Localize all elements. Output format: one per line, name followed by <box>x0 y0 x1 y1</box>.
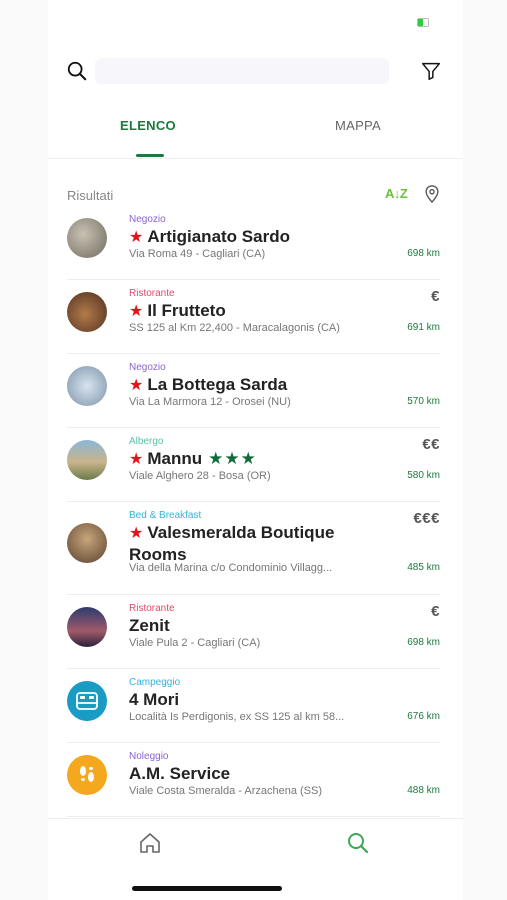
list-item[interactable]: Campeggio 4 Mori Località Is Perdigonis, e… <box>48 669 463 743</box>
tab-mappa[interactable]: MAPPA <box>258 118 458 133</box>
item-category: Ristorante <box>129 288 175 299</box>
tabs-divider <box>48 158 463 159</box>
item-address: Località Is Perdigonis, ex SS 125 al km … <box>129 711 345 723</box>
item-distance: 485 km <box>407 562 440 573</box>
item-name: ★ La Bottega Sarda <box>129 374 389 396</box>
battery-icon <box>417 18 429 27</box>
footprints-icon <box>67 755 107 795</box>
item-address: Via della Marina c/o Condominio Villagg.… <box>129 562 333 574</box>
right-margin <box>463 0 507 900</box>
sort-az-button[interactable]: A↓Z <box>385 186 408 201</box>
featured-star-icon: ★ <box>129 525 144 542</box>
status-bar <box>48 0 463 44</box>
app-screen: ELENCO MAPPA Risultati A↓Z Negozio ★ Artig… <box>48 0 463 900</box>
price-level: €€€ <box>413 510 440 527</box>
item-name-text: Valesmeralda Boutique Rooms <box>129 523 335 564</box>
view-tabs: ELENCO MAPPA <box>48 100 463 159</box>
item-distance: 580 km <box>407 470 440 481</box>
price-level: € <box>431 603 440 620</box>
price-level: €€ <box>422 436 440 453</box>
search-input[interactable] <box>95 58 389 84</box>
item-address: Viale Alghero 28 - Bosa (OR) <box>129 470 271 482</box>
left-margin <box>0 0 48 900</box>
item-category: Noleggio <box>129 751 169 762</box>
item-name: Zenit <box>129 615 389 636</box>
hotel-rating-stars: ★★★ <box>208 449 257 468</box>
item-distance: 691 km <box>407 322 440 333</box>
thumbnail-photo <box>67 218 107 258</box>
nav-search-icon[interactable] <box>346 831 370 855</box>
thumbnail-photo <box>67 366 107 406</box>
item-name-text: Artigianato Sardo <box>147 227 290 246</box>
featured-star-icon: ★ <box>129 303 144 320</box>
thumbnail-photo <box>67 607 107 647</box>
item-name-text: 4 Mori <box>129 690 180 709</box>
list-item[interactable]: Ristorante ★ Il Frutteto SS 125 al Km 22,40… <box>48 280 463 354</box>
list-item[interactable]: Negozio ★ Artigianato Sardo Via Roma 49 - C… <box>48 206 463 280</box>
bottom-navigation <box>48 818 463 874</box>
item-name: ★ Valesmeralda Boutique Rooms <box>129 522 389 565</box>
tab-elenco[interactable]: ELENCO <box>48 118 248 133</box>
item-distance: 488 km <box>407 785 440 796</box>
list-item[interactable]: Bed & Breakfast ★ Valesmeralda Boutique Ro… <box>48 502 463 595</box>
filter-icon[interactable] <box>420 60 442 82</box>
item-name: ★ Mannu ★★★ <box>129 448 389 470</box>
home-indicator <box>132 886 282 891</box>
list-item[interactable]: Noleggio A.M. Service Viale Costa Smeralda… <box>48 743 463 817</box>
item-distance: 676 km <box>407 711 440 722</box>
featured-star-icon: ★ <box>129 229 144 246</box>
thumbnail-photo <box>67 440 107 480</box>
thumbnail-photo <box>67 292 107 332</box>
item-address: Viale Costa Smeralda - Arzachena (SS) <box>129 785 322 797</box>
item-category: Ristorante <box>129 603 175 614</box>
search-icon[interactable] <box>66 60 88 82</box>
home-icon[interactable] <box>138 831 162 855</box>
item-name-text: Il Frutteto <box>147 301 226 320</box>
item-category: Albergo <box>129 436 164 447</box>
item-distance: 698 km <box>407 248 440 259</box>
item-name: 4 Mori <box>129 689 389 710</box>
item-category: Negozio <box>129 362 166 373</box>
featured-star-icon: ★ <box>129 377 144 394</box>
item-name: ★ Il Frutteto <box>129 300 389 322</box>
thumbnail-photo <box>67 523 107 563</box>
item-address: Via Roma 49 - Cagliari (CA) <box>129 248 266 260</box>
list-item[interactable]: Albergo ★ Mannu ★★★ Viale Alghero 28 - Bosa … <box>48 428 463 502</box>
results-label: Risultati <box>67 188 114 203</box>
item-name-text: Zenit <box>129 616 170 635</box>
item-address: SS 125 al Km 22,400 - Maracalagonis (CA) <box>129 322 340 334</box>
item-name: ★ Artigianato Sardo <box>129 226 389 248</box>
item-name-text: La Bottega Sarda <box>147 375 288 394</box>
list-item[interactable]: Ristorante Zenit Viale Pula 2 - Cagliari (… <box>48 595 463 669</box>
item-address: Viale Pula 2 - Cagliari (CA) <box>129 637 261 649</box>
featured-star-icon: ★ <box>129 451 144 468</box>
item-name: A.M. Service <box>129 763 389 784</box>
item-distance: 570 km <box>407 396 440 407</box>
list-item[interactable]: Negozio ★ La Bottega Sarda Via La Marmora 1… <box>48 354 463 428</box>
bed-icon <box>67 681 107 721</box>
item-name-text: Mannu <box>147 449 203 468</box>
item-address: Via La Marmora 12 - Orosei (NU) <box>129 396 291 408</box>
location-pin-icon[interactable] <box>424 185 440 203</box>
row-divider <box>67 816 440 817</box>
item-name-text: A.M. Service <box>129 764 231 783</box>
item-category: Bed & Breakfast <box>129 510 202 521</box>
search-bar <box>48 50 463 90</box>
results-header: Risultati A↓Z <box>48 182 463 208</box>
price-level: € <box>431 288 440 305</box>
active-tab-indicator <box>136 154 164 157</box>
item-category: Negozio <box>129 214 166 225</box>
item-distance: 698 km <box>407 637 440 648</box>
item-category: Campeggio <box>129 677 181 688</box>
